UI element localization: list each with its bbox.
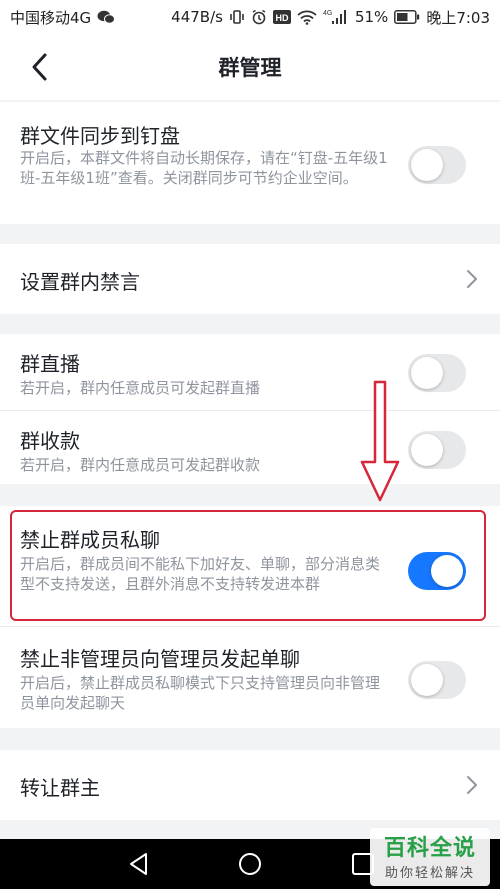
file-sync-toggle[interactable]: [408, 146, 466, 184]
status-bar: 中国移动4G 447B/s HD 4G 51% 晚上7:03: [0, 0, 500, 34]
toggle-knob: [411, 149, 443, 181]
wechat-icon: [97, 10, 116, 24]
live-toggle[interactable]: [408, 354, 466, 392]
toggle-knob: [411, 664, 443, 696]
network-type-label: 4G: [323, 10, 332, 17]
alarm-icon: [251, 9, 267, 25]
hd-icon: HD: [272, 10, 291, 24]
payment-toggle[interactable]: [408, 431, 466, 469]
watermark-title: 百科全说: [383, 836, 476, 861]
row-description: 开启后，本群文件将自动长期保存，请在“钉盘-五年级1班-五年级1班”查看。关闭群…: [20, 149, 388, 187]
status-left: 中国移动4G: [10, 7, 116, 28]
toggle-knob: [411, 434, 443, 466]
watermark: 百科全说 助你轻松解决: [370, 828, 490, 886]
row-description: 若开启，群内任意成员可发起群收款: [20, 456, 261, 474]
chevron-right-icon: [467, 270, 477, 288]
carrier-label: 中国移动4G: [10, 8, 92, 27]
watermark-subtitle: 助你轻松解决: [384, 866, 475, 881]
row-payment[interactable]: 群收款 若开启，群内任意成员可发起群收款: [0, 410, 500, 484]
back-button[interactable]: [22, 50, 56, 84]
nav-bar: 群管理: [0, 34, 500, 100]
wifi-icon: [297, 10, 317, 25]
page-title: 群管理: [218, 56, 282, 80]
row-description: 若开启，群内任意成员可发起群直播: [20, 379, 261, 397]
row-file-sync[interactable]: 群文件同步到钉盘 开启后，本群文件将自动长期保存，请在“钉盘-五年级1班-五年级…: [0, 102, 500, 224]
home-circle-icon[interactable]: [237, 851, 263, 877]
row-title: 群直播: [20, 352, 80, 376]
row-title: 群收款: [20, 429, 80, 453]
row-title: 禁止非管理员向管理员发起单聊: [20, 647, 300, 671]
chevron-right-icon: [467, 776, 477, 794]
battery-icon: [394, 10, 420, 24]
back-triangle-icon[interactable]: [126, 851, 152, 877]
annotation-highlight-box: [10, 510, 486, 621]
status-time: 晚上7:03: [426, 8, 490, 27]
battery-percent: 51%: [354, 8, 389, 26]
group-file-sync: 群文件同步到钉盘 开启后，本群文件将自动长期保存，请在“钉盘-五年级1班-五年级…: [0, 102, 500, 224]
row-description: 开启后，禁止群成员私聊模式下只支持管理员向非管理员单向发起聊天: [20, 674, 381, 712]
svg-text:HD: HD: [275, 13, 288, 23]
group-mute: 设置群内禁言: [0, 244, 500, 314]
row-non-admin-chat[interactable]: 禁止非管理员向管理员发起单聊 开启后，禁止群成员私聊模式下只支持管理员向非管理员…: [0, 626, 500, 728]
chevron-left-icon: [32, 53, 47, 81]
row-title: 转让群主: [20, 776, 100, 800]
group-live-payment: 群直播 若开启，群内任意成员可发起群直播 群收款 若开启，群内任意成员可发起群收…: [0, 334, 500, 484]
group-transfer: 转让群主: [0, 750, 500, 820]
row-transfer-owner[interactable]: 转让群主: [0, 750, 500, 820]
row-live[interactable]: 群直播 若开启，群内任意成员可发起群直播: [0, 334, 500, 410]
toggle-knob: [411, 357, 443, 389]
annotation-arrow-icon: [360, 380, 400, 502]
signal-icon: 4G: [323, 9, 349, 25]
row-mute[interactable]: 设置群内禁言: [0, 244, 500, 314]
vibrate-icon: [229, 9, 245, 25]
row-title: 设置群内禁言: [20, 270, 140, 294]
row-title: 群文件同步到钉盘: [20, 124, 180, 148]
network-speed: 447B/s: [171, 8, 223, 26]
status-right: 447B/s HD 4G 51% 晚上7:03: [171, 7, 490, 28]
non-admin-chat-toggle[interactable]: [408, 661, 466, 699]
